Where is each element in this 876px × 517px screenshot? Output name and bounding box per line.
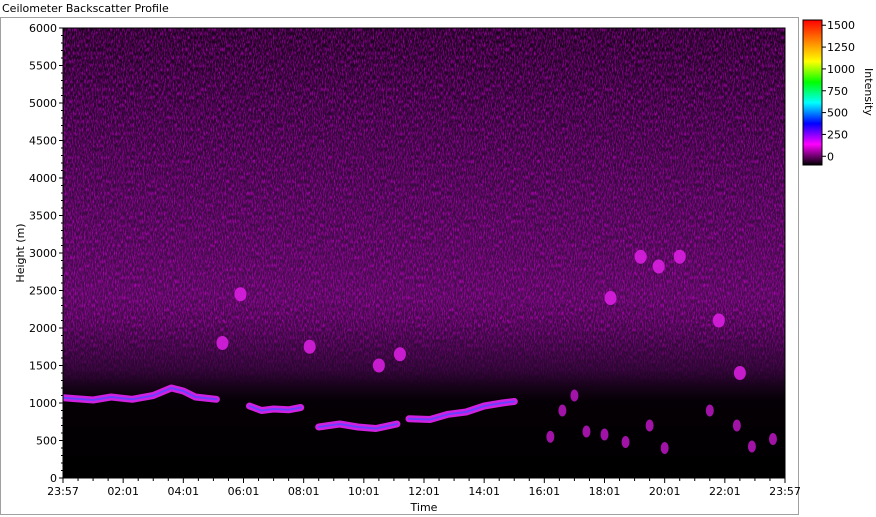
colorbar-tick-label: 1000 [827, 63, 855, 76]
plot-area [63, 28, 785, 478]
y-tick: 4000 [29, 172, 63, 185]
y-tick: 1000 [29, 397, 63, 410]
colorbar-tick: 500 [822, 107, 848, 120]
y-tick-label: 2500 [29, 285, 57, 298]
x-axis-title: Time [410, 501, 438, 514]
x-tick-label: 10:01 [348, 485, 380, 498]
y-tick-label: 5500 [29, 60, 57, 73]
y-tick: 3000 [29, 247, 63, 260]
colorbar-tick: 0 [822, 150, 834, 163]
y-axis-title: Height (m) [14, 223, 27, 282]
x-tick: 18:01 [589, 478, 621, 498]
elevated-echo [604, 291, 617, 305]
y-tick-label: 4500 [29, 135, 57, 148]
scattered-echo [732, 419, 741, 432]
y-tick: 5500 [29, 60, 63, 73]
x-tick-label: 16:01 [528, 485, 560, 498]
y-tick: 2500 [29, 285, 63, 298]
elevated-echo [673, 249, 686, 264]
elevated-echo [733, 366, 746, 380]
x-tick-label: 23:57 [769, 485, 801, 498]
scattered-echo [570, 389, 579, 402]
x-tick-label: 22:01 [709, 485, 741, 498]
y-tick: 500 [36, 435, 63, 448]
x-tick: 22:01 [709, 478, 741, 498]
y-tick: 5000 [29, 97, 63, 110]
colorbar: 0 250 500 750 1000 1250 1500 Intensity [802, 19, 875, 166]
x-tick: 12:01 [408, 478, 440, 498]
x-tick: 23:57 [769, 478, 801, 498]
x-tick-label: 23:57 [47, 485, 79, 498]
y-tick-label: 1500 [29, 360, 57, 373]
scattered-echo [747, 440, 756, 453]
scattered-echo [558, 404, 567, 417]
x-tick: 16:01 [528, 478, 560, 498]
scattered-echo [705, 404, 714, 417]
x-tick: 10:01 [348, 478, 380, 498]
x-tick-label: 02:01 [107, 485, 139, 498]
y-tick: 1500 [29, 360, 63, 373]
backscatter-chart: 0500100015002000250030003500400045005000… [14, 19, 875, 514]
colorbar-tick-label: 0 [827, 150, 834, 163]
colorbar-scale [802, 19, 823, 166]
x-axis: 23:57 02:01 04:01 06:01 08:01 10:01 12:01 14:01… [47, 478, 801, 498]
colorbar-tick-label: 1500 [827, 19, 855, 32]
colorbar-tick: 250 [822, 128, 848, 141]
colorbar-tick-label: 1250 [827, 41, 855, 54]
y-axis: 0 500 1000 1500 2000 2500 3000 3500 4000 4500 5000… [29, 22, 63, 485]
elevated-echo [652, 259, 665, 274]
scattered-echo [621, 436, 630, 448]
x-tick-label: 04:01 [167, 485, 199, 498]
y-tick-label: 4000 [29, 172, 57, 185]
elevated-echo [234, 287, 247, 302]
y-tick-label: 2000 [29, 322, 57, 335]
scattered-echo [546, 430, 555, 443]
elevated-echo [634, 249, 647, 264]
colorbar-tick-label: 750 [827, 85, 848, 98]
x-tick-label: 12:01 [408, 485, 440, 498]
elevated-echo [372, 358, 385, 373]
y-tick-label: 3000 [29, 247, 57, 260]
scattered-echo [768, 433, 777, 445]
colorbar-ticks: 0 250 500 750 1000 1250 1500 [822, 19, 855, 163]
y-tick-label: 0 [50, 472, 57, 485]
y-tick-label: 6000 [29, 22, 57, 35]
elevated-echo [303, 339, 316, 354]
colorbar-tick: 750 [822, 85, 848, 98]
x-tick: 08:01 [288, 478, 320, 498]
y-tick-label: 3500 [29, 210, 57, 223]
colorbar-tick: 1250 [822, 41, 855, 54]
y-tick-label: 500 [36, 435, 57, 448]
y-tick-label: 5000 [29, 97, 57, 110]
x-tick: 06:01 [228, 478, 260, 498]
y-tick-label: 1000 [29, 397, 57, 410]
x-tick: 14:01 [468, 478, 500, 498]
x-tick: 04:01 [167, 478, 199, 498]
scattered-echo [582, 425, 591, 438]
elevated-echo [393, 347, 406, 362]
elevated-echo [216, 336, 229, 350]
x-tick-label: 08:01 [288, 485, 320, 498]
elevated-echo [712, 313, 725, 328]
colorbar-tick-label: 250 [827, 128, 848, 141]
y-tick: 0 [50, 472, 63, 485]
x-tick: 20:01 [649, 478, 681, 498]
x-tick-label: 14:01 [468, 485, 500, 498]
y-tick: 2000 [29, 322, 63, 335]
scattered-echo [660, 442, 669, 454]
colorbar-tick: 1500 [822, 19, 855, 32]
colorbar-title: Intensity [862, 68, 875, 116]
scattered-echo [645, 419, 654, 432]
x-tick-label: 20:01 [649, 485, 681, 498]
colorbar-tick: 1000 [822, 63, 855, 76]
y-tick: 4500 [29, 135, 63, 148]
x-tick-label: 06:01 [228, 485, 260, 498]
x-tick: 02:01 [107, 478, 139, 498]
y-tick: 3500 [29, 210, 63, 223]
x-tick-label: 18:01 [589, 485, 621, 498]
y-tick: 6000 [29, 22, 63, 35]
colorbar-tick-label: 500 [827, 107, 848, 120]
scattered-echo [600, 428, 609, 441]
